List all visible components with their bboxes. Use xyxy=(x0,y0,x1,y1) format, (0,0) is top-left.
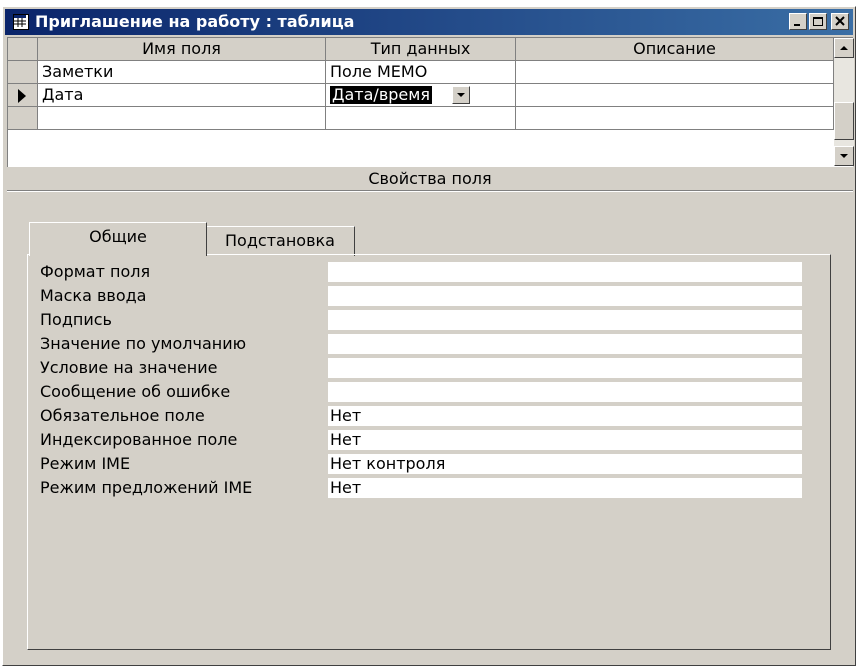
scroll-up-button[interactable] xyxy=(834,38,854,58)
column-header-data-type[interactable]: Тип данных xyxy=(326,38,516,61)
property-label: Режим IME xyxy=(40,454,131,473)
property-row: Сообщение об ошибке xyxy=(28,381,808,403)
property-row: Маска ввода xyxy=(28,285,808,307)
scroll-down-icon xyxy=(840,154,848,158)
window-title: Приглашение на работу : таблица xyxy=(35,12,355,31)
property-label: Формат поля xyxy=(40,262,151,281)
property-value[interactable]: Нет контроля xyxy=(328,454,802,474)
scroll-up-icon xyxy=(840,46,848,50)
property-value[interactable] xyxy=(328,382,802,402)
column-header-description[interactable]: Описание xyxy=(516,38,834,61)
property-label: Подпись xyxy=(40,310,112,329)
chevron-down-icon xyxy=(457,93,465,97)
description-cell[interactable] xyxy=(516,84,834,107)
scroll-thumb[interactable] xyxy=(834,102,854,140)
property-value[interactable] xyxy=(328,310,802,330)
data-type-cell[interactable] xyxy=(326,107,516,130)
field-grid: Имя поля Тип данных Описание Заметки Пол… xyxy=(7,37,854,167)
property-label: Обязательное поле xyxy=(40,406,205,425)
tab-general[interactable]: Общие xyxy=(29,222,207,256)
property-row: Формат поля xyxy=(28,261,808,283)
property-label: Значение по умолчанию xyxy=(40,334,247,353)
row-selector[interactable] xyxy=(8,61,38,84)
property-label: Сообщение об ошибке xyxy=(40,382,231,401)
row-selector[interactable] xyxy=(8,107,38,130)
data-type-cell[interactable]: Дата/время xyxy=(326,84,516,107)
maximize-icon xyxy=(813,17,823,26)
property-value[interactable]: Нет xyxy=(328,478,802,498)
property-row: Обязательное поле Нет xyxy=(28,405,808,427)
property-value[interactable]: Нет xyxy=(328,406,802,426)
table-row: Заметки Поле MEMO xyxy=(8,61,834,84)
property-row: Режим предложений IME Нет xyxy=(28,477,808,499)
property-value[interactable] xyxy=(328,334,802,354)
property-value[interactable] xyxy=(328,286,802,306)
minimize-icon xyxy=(794,24,800,26)
property-row: Подпись xyxy=(28,309,808,331)
property-label: Маска ввода xyxy=(40,286,147,305)
field-name-cell[interactable]: Заметки xyxy=(38,61,326,84)
minimize-button[interactable] xyxy=(789,13,807,30)
field-name-cell[interactable]: Дата xyxy=(38,84,326,107)
close-icon xyxy=(835,16,845,26)
property-label: Режим предложений IME xyxy=(40,478,253,497)
scroll-down-button[interactable] xyxy=(834,146,854,166)
field-properties-title: Свойства поля xyxy=(7,167,853,191)
vertical-scrollbar[interactable] xyxy=(834,38,854,166)
property-value[interactable]: Нет xyxy=(328,430,802,450)
property-value[interactable] xyxy=(328,358,802,378)
property-value[interactable] xyxy=(328,262,802,282)
tab-lookup[interactable]: Подстановка xyxy=(205,226,355,256)
table-row: Дата Дата/время xyxy=(8,84,834,107)
general-tab-panel: Формат поля Маска ввода Подпись Значение… xyxy=(27,254,831,650)
current-row-arrow-icon xyxy=(18,89,26,103)
maximize-button[interactable] xyxy=(809,13,827,30)
row-selector-header xyxy=(8,38,38,61)
property-row: Режим IME Нет контроля xyxy=(28,453,808,475)
property-label: Индексированное поле xyxy=(40,430,238,449)
title-bar[interactable]: Приглашение на работу : таблица xyxy=(5,9,853,35)
property-row: Условие на значение xyxy=(28,357,808,379)
data-type-dropdown-button[interactable] xyxy=(452,86,470,104)
grid-header-row: Имя поля Тип данных Описание xyxy=(8,38,834,61)
data-type-cell[interactable]: Поле MEMO xyxy=(326,61,516,84)
field-name-cell[interactable] xyxy=(38,107,326,130)
table-design-window: Приглашение на работу : таблица Имя поля… xyxy=(2,6,856,666)
property-label: Условие на значение xyxy=(40,358,218,377)
close-button[interactable] xyxy=(831,13,849,30)
property-row: Значение по умолчанию xyxy=(28,333,808,355)
field-properties-pane: Общие Подстановка Формат поля Маска ввод… xyxy=(7,191,853,663)
description-cell[interactable] xyxy=(516,61,834,84)
table-row xyxy=(8,107,834,130)
property-row: Индексированное поле Нет xyxy=(28,429,808,451)
column-header-field-name[interactable]: Имя поля xyxy=(38,38,326,61)
data-type-selected-value[interactable]: Дата/время xyxy=(330,86,432,104)
description-cell[interactable] xyxy=(516,107,834,130)
row-selector[interactable] xyxy=(8,84,38,107)
table-icon xyxy=(13,14,29,30)
